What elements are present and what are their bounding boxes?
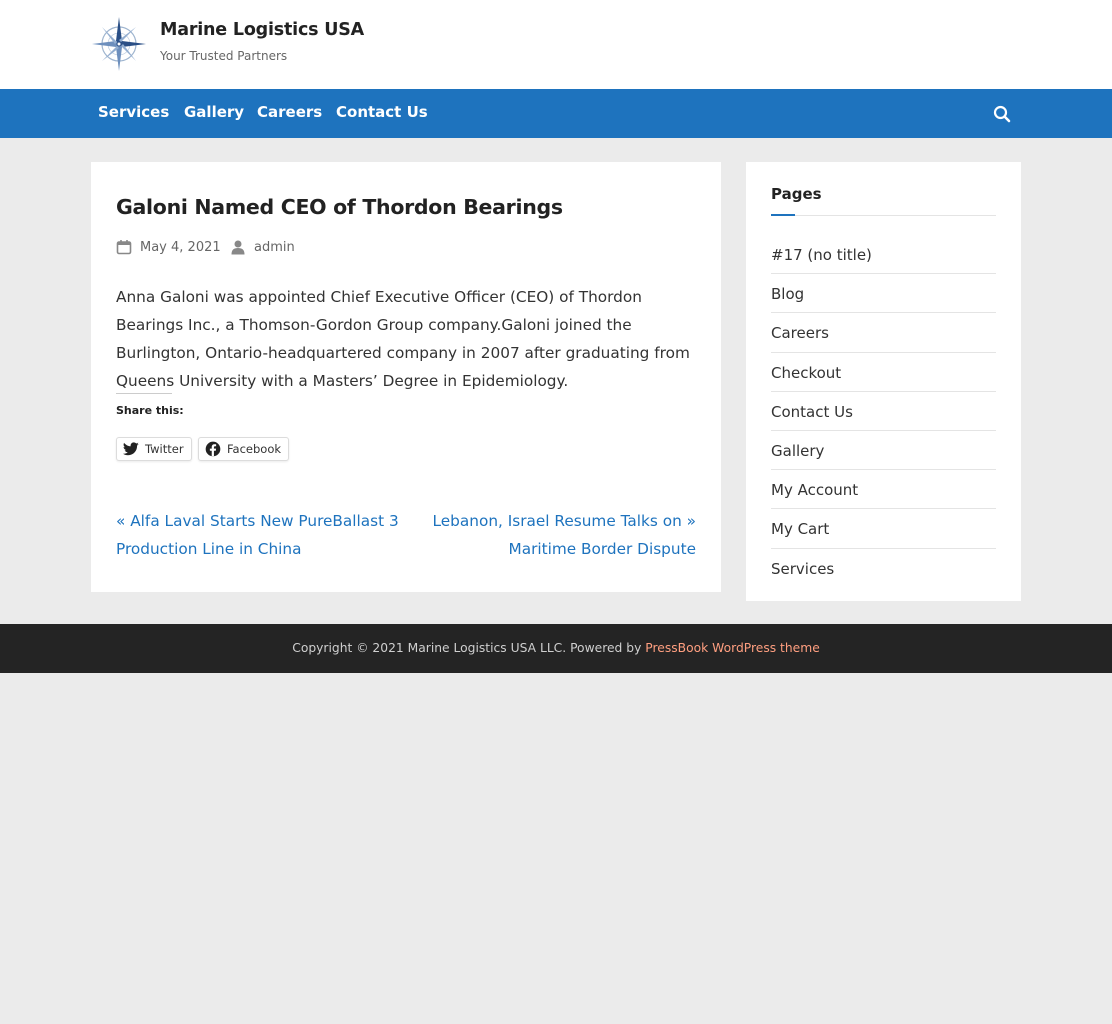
page-link[interactable]: Careers [771,313,996,353]
post-card: Galoni Named CEO of Thordon Bearings May… [91,162,721,592]
page-link[interactable]: Gallery [771,431,996,471]
previous-post-link[interactable]: « Alfa Laval Starts New PureBallast 3 Pr… [116,507,416,563]
main-navigation: Services Gallery Careers Contact Us [0,89,1112,138]
user-icon [230,239,246,255]
twitter-icon [123,442,139,456]
share-facebook-label: Facebook [227,442,282,456]
nav-item-gallery[interactable]: Gallery [184,103,244,121]
site-footer: Copyright © 2021 Marine Logistics USA LL… [0,624,1112,673]
compass-rose-logo[interactable] [90,15,148,73]
nav-item-services[interactable]: Services [98,103,169,121]
nav-item-careers[interactable]: Careers [257,103,322,121]
post-date-link[interactable]: May 4, 2021 [140,240,221,255]
widget-title: Pages [771,185,822,203]
post-author: admin [230,239,295,255]
site-header: Marine Logistics USA Your Trusted Partne… [0,0,1112,89]
page-link[interactable]: My Cart [771,509,996,549]
share-twitter-label: Twitter [145,442,184,456]
facebook-icon [205,441,221,457]
site-title[interactable]: Marine Logistics USA [160,20,364,40]
next-post-link[interactable]: Lebanon, Israel Resume Talks on » Mariti… [431,507,696,563]
page-link[interactable]: Blog [771,274,996,314]
share-twitter-button[interactable]: Twitter [116,437,192,461]
post-content: Anna Galoni was appointed Chief Executiv… [116,288,690,390]
share-label: Share this: [116,404,184,417]
share-facebook-button[interactable]: Facebook [198,437,290,461]
post-author-link[interactable]: admin [254,240,295,255]
page-link[interactable]: Checkout [771,353,996,392]
page-link[interactable]: My Account [771,470,996,510]
page-link[interactable]: #17 (no title) [771,235,996,275]
page-list: #17 (no title) Blog Careers Checkout Con… [771,235,996,588]
post-date: May 4, 2021 [116,239,221,255]
theme-link[interactable]: PressBook WordPress theme [645,641,819,655]
nav-item-contact-us[interactable]: Contact Us [336,103,428,121]
sidebar-widget-pages: Pages #17 (no title) Blog Careers Checko… [746,162,1021,601]
widget-accent [771,214,795,216]
share-divider [116,393,172,394]
post-title: Galoni Named CEO of Thordon Bearings [116,195,563,219]
site-tagline: Your Trusted Partners [160,49,288,63]
calendar-icon [116,239,132,255]
search-icon[interactable] [990,102,1014,126]
page-link[interactable]: Contact Us [771,392,996,431]
widget-divider [771,215,996,216]
page-link[interactable]: Services [771,549,996,588]
copyright-text: Copyright © 2021 Marine Logistics USA LL… [292,641,642,655]
